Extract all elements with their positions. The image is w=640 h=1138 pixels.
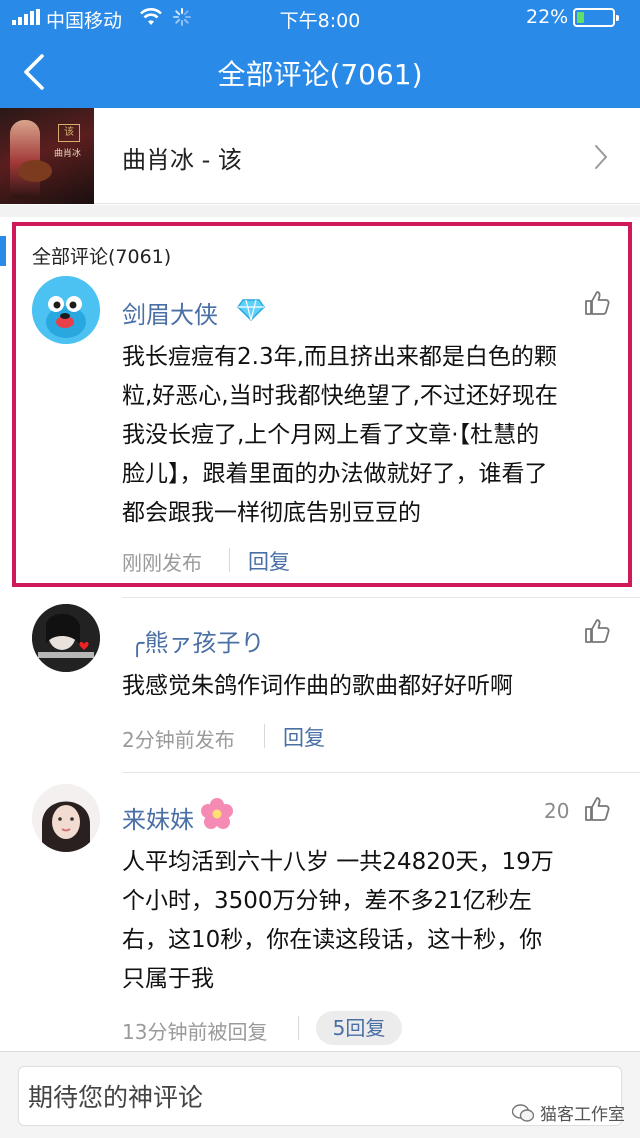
- flower-icon: [201, 798, 233, 829]
- battery-percent: 22%: [526, 6, 569, 28]
- row-divider: [122, 597, 640, 598]
- comment-time: 2分钟前发布: [122, 728, 235, 752]
- wechat-icon: [512, 1103, 534, 1122]
- battery-fill: [577, 12, 584, 23]
- cover-text: 曲肖冰: [54, 149, 82, 159]
- status-bar: 中国移动 下午8:00 22%: [0, 0, 640, 34]
- thumbs-up-icon[interactable]: [584, 618, 610, 644]
- comment-time: 13分钟前被回复: [122, 1020, 268, 1044]
- avatar[interactable]: [32, 604, 100, 672]
- section-gap: [0, 205, 640, 217]
- highlight-frame: [12, 222, 632, 587]
- song-title: 曲肖冰 - 该: [122, 146, 242, 174]
- thumbs-up-icon[interactable]: [584, 796, 610, 822]
- page-title: 全部评论(7061): [217, 58, 423, 91]
- divider: [298, 1016, 299, 1040]
- song-row[interactable]: 该 曲肖冰 曲肖冰 - 该: [0, 108, 640, 204]
- chevron-right-icon: [595, 145, 608, 169]
- reply-button[interactable]: 回复: [283, 722, 325, 752]
- like-count: 20: [544, 799, 570, 823]
- row-divider: [122, 772, 640, 773]
- comment-text: 我感觉朱鸽作词作曲的歌曲都好好听啊: [122, 673, 513, 699]
- watermark: 猫客工作室: [512, 1100, 625, 1125]
- comment-username[interactable]: 来妹妹: [122, 800, 194, 835]
- reply-count-button[interactable]: 5回复: [316, 1011, 402, 1045]
- top-bar: 中国移动 下午8:00 22% 全部评论(7061): [0, 0, 640, 108]
- section-accent: [0, 236, 6, 266]
- comment-username[interactable]: ╭熊ァ孩子り: [130, 623, 264, 658]
- comment-input-placeholder[interactable]: 期待您的神评论: [28, 1078, 203, 1114]
- watermark-text: 猫客工作室: [540, 1105, 625, 1125]
- comment-text: 人平均活到六十八岁 一共24820天，19万 个小时，3500万分钟，差不多21…: [122, 849, 554, 992]
- battery-icon: [573, 8, 619, 27]
- album-cover: 该 曲肖冰: [0, 108, 94, 204]
- avatar[interactable]: [32, 784, 100, 852]
- divider: [264, 724, 265, 748]
- cover-badge: 该: [58, 124, 80, 142]
